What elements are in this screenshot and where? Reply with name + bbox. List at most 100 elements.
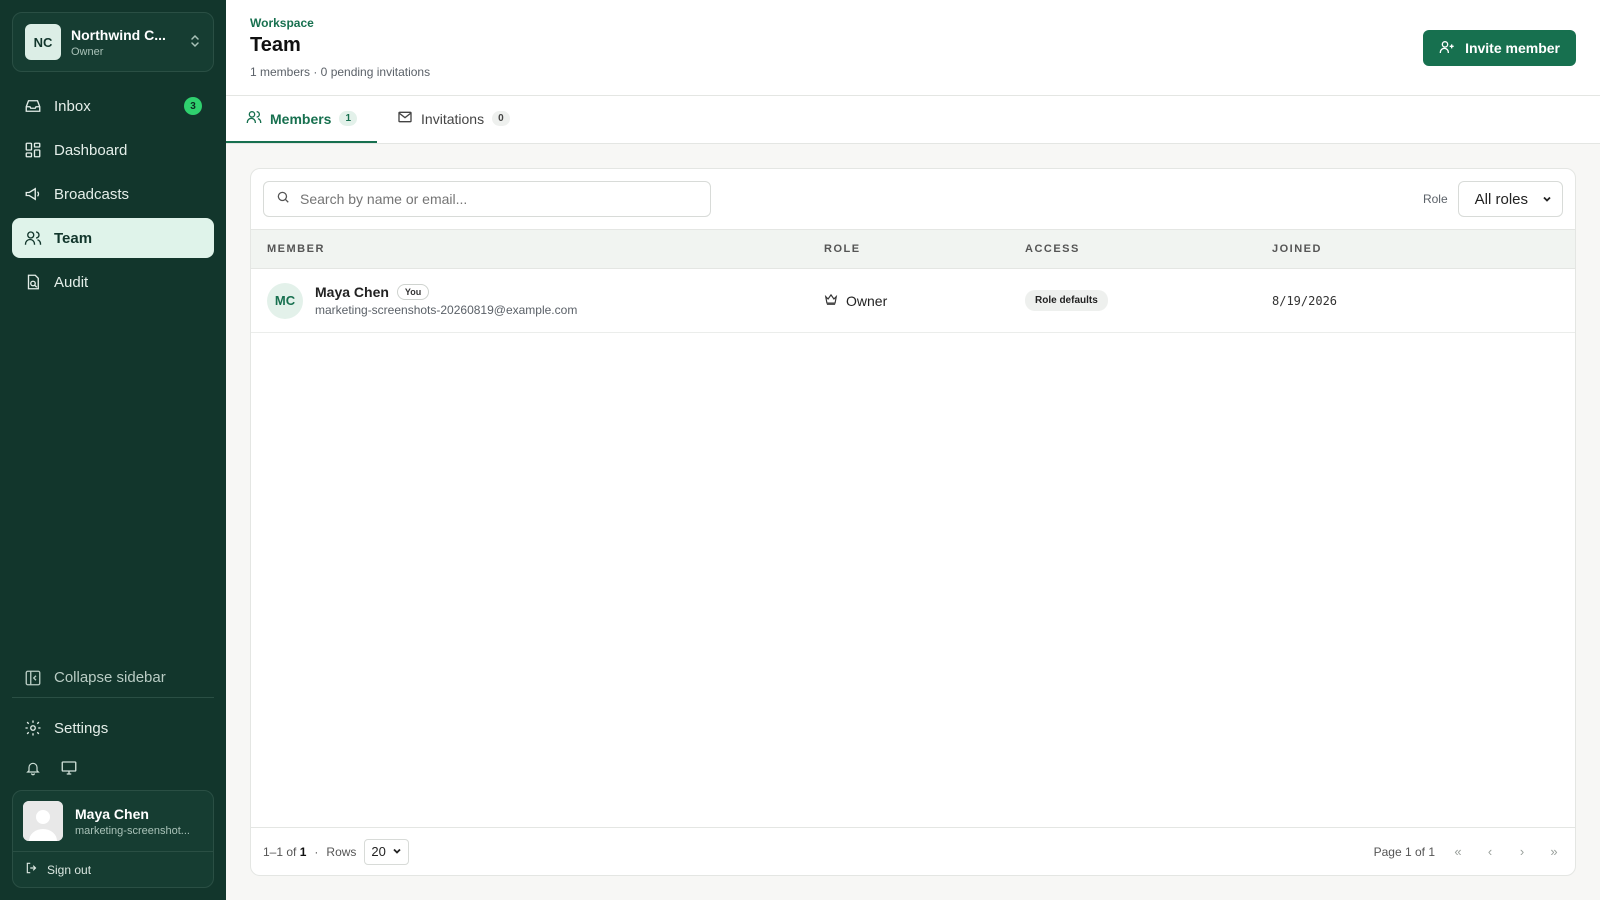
chevron-up-down-icon [189,33,201,52]
audit-icon [24,273,42,291]
pagination-controls: Page 1 of 1 « ‹ › » [1374,843,1563,861]
sidebar-item-audit[interactable]: Audit [12,262,214,302]
page-subtitle: 1 members · 0 pending invitations [250,65,431,79]
role-filter-label: Role [1422,192,1448,206]
user-info: Maya Chen marketing-screenshot... [75,806,199,837]
main-nav: Inbox 3 Dashboard Broadcasts Team Audit [12,86,214,302]
column-header-access[interactable]: ACCESS [1025,243,1272,255]
column-header-member[interactable]: MEMBER [267,243,824,255]
user-email: marketing-screenshot... [75,824,190,837]
sign-out-label: Sign out [47,862,92,877]
invite-member-button[interactable]: Invite member [1423,30,1576,66]
rows-per-page-select[interactable]: 20 [364,838,409,865]
search-box [263,181,711,217]
joined-date: 8/19/2026 [1272,293,1338,308]
tab-label: Members [270,110,332,127]
collapse-sidebar-button[interactable]: Collapse sidebar [12,658,214,698]
inbox-icon [24,97,42,115]
column-header-role[interactable]: ROLE [824,243,1025,255]
member-name-row: Maya Chen You [315,284,577,300]
crown-icon [824,292,838,309]
you-badge: You [396,284,430,300]
sidebar-item-label: Team [54,229,93,247]
rows-per-page-value: 20 [371,844,386,859]
first-page-icon[interactable]: « [1449,843,1467,861]
access-cell: Role defaults [1025,290,1272,311]
member-email: marketing-screenshots-20260819@example.c… [315,303,578,317]
workspace-switcher[interactable]: NC Northwind C... Owner [12,12,214,72]
search-input[interactable] [300,191,698,207]
sidebar-item-team[interactable]: Team [12,218,214,258]
search-icon [276,190,290,209]
tab-label: Invitations [421,110,485,127]
tab-bar: Members 1 Invitations 0 [226,96,1600,144]
page-header: Workspace Team 1 members · 0 pending inv… [226,0,1600,96]
breadcrumb[interactable]: Workspace [250,16,430,30]
next-page-icon[interactable]: › [1513,843,1531,861]
role-cell: Owner [824,292,1025,309]
collapse-sidebar-label: Collapse sidebar [54,669,166,686]
avatar [23,801,63,841]
role-select-value: All roles [1474,190,1528,208]
column-header-joined[interactable]: JOINED [1272,243,1559,255]
chevron-down-icon [1542,191,1552,208]
tab-count: 0 [492,111,510,126]
rows-label: Rows [326,844,357,859]
tab-invitations[interactable]: Invitations 0 [377,96,530,143]
role-filter: Role All roles [1423,181,1563,217]
monitor-icon[interactable] [60,759,78,777]
pagination-summary: 1–1 of 1 · Rows 20 [263,838,409,865]
sidebar-utility-icons [12,746,214,790]
workspace-info: Northwind C... Owner [71,27,179,58]
member-details: Maya Chen You marketing-screenshots-2026… [315,284,577,317]
separator-dot: · [314,844,319,859]
access-badge: Role defaults [1025,290,1108,311]
table-toolbar: Role All roles [251,169,1575,229]
sidebar-item-label: Dashboard [54,141,128,159]
table-header: MEMBER ROLE ACCESS JOINED [251,229,1575,269]
range-label: 1–1 of [263,844,297,859]
sign-out-icon [25,861,39,878]
tab-count: 1 [339,111,358,126]
user-name: Maya Chen [75,805,149,822]
workspace-role: Owner [71,45,104,58]
sidebar-item-broadcasts[interactable]: Broadcasts [12,174,214,214]
table-empty-space [251,333,1575,827]
sign-out-button[interactable]: Sign out [13,851,213,887]
settings-label: Settings [54,719,109,737]
workspace-name: Northwind C... [71,26,166,43]
mail-icon [397,109,413,128]
user-plus-icon [1439,39,1455,58]
sidebar-item-label: Inbox [54,97,91,115]
sidebar-item-inbox[interactable]: Inbox 3 [12,86,214,126]
collapse-panel-icon [24,669,42,687]
sidebar-item-label: Broadcasts [54,185,130,203]
sidebar-item-label: Audit [54,273,89,291]
table-row[interactable]: MC Maya Chen You marketing-screenshots-2… [251,269,1575,333]
bell-icon[interactable] [24,759,42,777]
member-role: Owner [846,292,888,309]
inbox-count-badge: 3 [184,97,202,115]
user-profile[interactable]: Maya Chen marketing-screenshot... [13,791,213,851]
sidebar: NC Northwind C... Owner Inbox 3 Dashboar… [0,0,226,900]
users-icon [24,229,42,247]
role-select[interactable]: All roles [1457,181,1563,217]
table-footer: 1–1 of 1 · Rows 20 Page 1 of 1 « ‹ › » [251,827,1575,875]
main-content: Workspace Team 1 members · 0 pending inv… [226,0,1600,900]
previous-page-icon[interactable]: ‹ [1481,843,1499,861]
tab-members[interactable]: Members 1 [226,96,378,143]
sidebar-item-dashboard[interactable]: Dashboard [12,130,214,170]
member-name: Maya Chen [315,284,389,300]
last-page-icon[interactable]: » [1545,843,1563,861]
gear-icon [24,719,42,737]
chevron-down-icon [392,844,402,859]
page-indicator: Page 1 of 1 [1373,844,1435,859]
members-section: Role All roles MEMBER ROLE ACCESS JOINED [226,144,1600,900]
workspace-avatar: NC [25,24,61,60]
members-card: Role All roles MEMBER ROLE ACCESS JOINED [250,168,1576,876]
sidebar-item-settings[interactable]: Settings [12,710,214,746]
dashboard-icon [24,141,42,159]
page-title: Team [250,34,301,56]
member-avatar: MC [267,282,303,319]
